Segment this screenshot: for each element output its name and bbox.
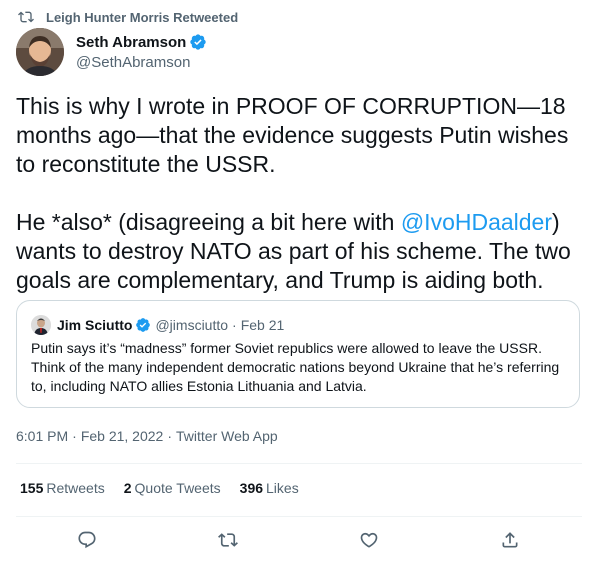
likes-stat[interactable]: 396 Likes <box>240 480 299 496</box>
tweet-metadata: 6:01 PM · Feb 21, 2022 · Twitter Web App <box>16 428 278 444</box>
quoted-tweet[interactable]: Jim Sciutto @jimsciutto · Feb 21 Putin s… <box>16 300 580 408</box>
retweet-icon <box>218 533 238 547</box>
quote-tweets-count: 2 <box>123 480 132 496</box>
author-handle[interactable]: @SethAbramson <box>76 54 207 71</box>
avatar[interactable] <box>16 28 64 76</box>
author-name[interactable]: Seth Abramson <box>76 33 207 51</box>
tweet-body: This is why I wrote in PROOF OF CORRUPTI… <box>16 92 582 295</box>
retweets-count: 155 <box>20 480 44 496</box>
quote-tweets-stat[interactable]: 2 Quote Tweets <box>124 480 221 496</box>
quoted-date[interactable]: Feb 21 <box>241 317 285 333</box>
tweet-text-before-mention: He *also* (disagreeing a bit here with <box>16 209 401 235</box>
tweet-date[interactable]: Feb 21, 2022 <box>81 428 164 444</box>
reply-button[interactable] <box>75 528 99 552</box>
tweet-author: Seth Abramson @SethAbramson <box>16 28 207 76</box>
retweet-banner[interactable]: Leigh Hunter Morris Retweeted <box>18 8 238 26</box>
tweet-paragraph-1: This is why I wrote in PROOF OF CORRUPTI… <box>16 93 569 177</box>
quoted-tweet-text: Putin says it’s “madness” former Soviet … <box>31 340 560 394</box>
tweet-paragraph-2: He *also* (disagreeing a bit here with @… <box>16 208 582 295</box>
tweet-time[interactable]: 6:01 PM <box>16 428 68 444</box>
action-bar <box>16 522 582 558</box>
mention-link[interactable]: @IvoHDaalder <box>401 209 552 235</box>
retweets-stat[interactable]: 155 Retweets <box>20 480 105 496</box>
meta-separator: · <box>167 428 172 444</box>
like-icon <box>360 532 378 548</box>
verified-badge-icon <box>136 318 151 332</box>
share-button[interactable] <box>498 528 522 552</box>
reply-icon <box>78 531 96 549</box>
verified-badge-icon <box>190 34 206 50</box>
divider <box>16 516 582 517</box>
likes-label: Likes <box>266 480 299 496</box>
share-icon <box>502 532 518 548</box>
retweet-button[interactable] <box>216 528 240 552</box>
divider <box>16 463 582 464</box>
retweet-icon <box>18 11 34 23</box>
likes-count: 396 <box>239 480 264 496</box>
quoted-display-name: Jim Sciutto <box>57 317 133 333</box>
quoted-tweet-header: Jim Sciutto @jimsciutto · Feb 21 <box>31 315 284 335</box>
quoted-handle: @jimsciutto <box>155 317 229 333</box>
like-button[interactable] <box>357 528 381 552</box>
meta-separator: · <box>72 428 77 444</box>
retweets-label: Retweets <box>46 480 105 496</box>
quoted-separator: · <box>232 317 237 333</box>
retweet-banner-text: Leigh Hunter Morris Retweeted <box>46 9 239 25</box>
quote-tweets-label: Quote Tweets <box>134 480 221 496</box>
quoted-avatar[interactable] <box>31 315 51 335</box>
author-display-name: Seth Abramson <box>76 33 187 51</box>
engagement-stats: 155 Retweets 2 Quote Tweets 396 Likes <box>20 480 318 496</box>
tweet-source[interactable]: Twitter Web App <box>176 428 278 444</box>
